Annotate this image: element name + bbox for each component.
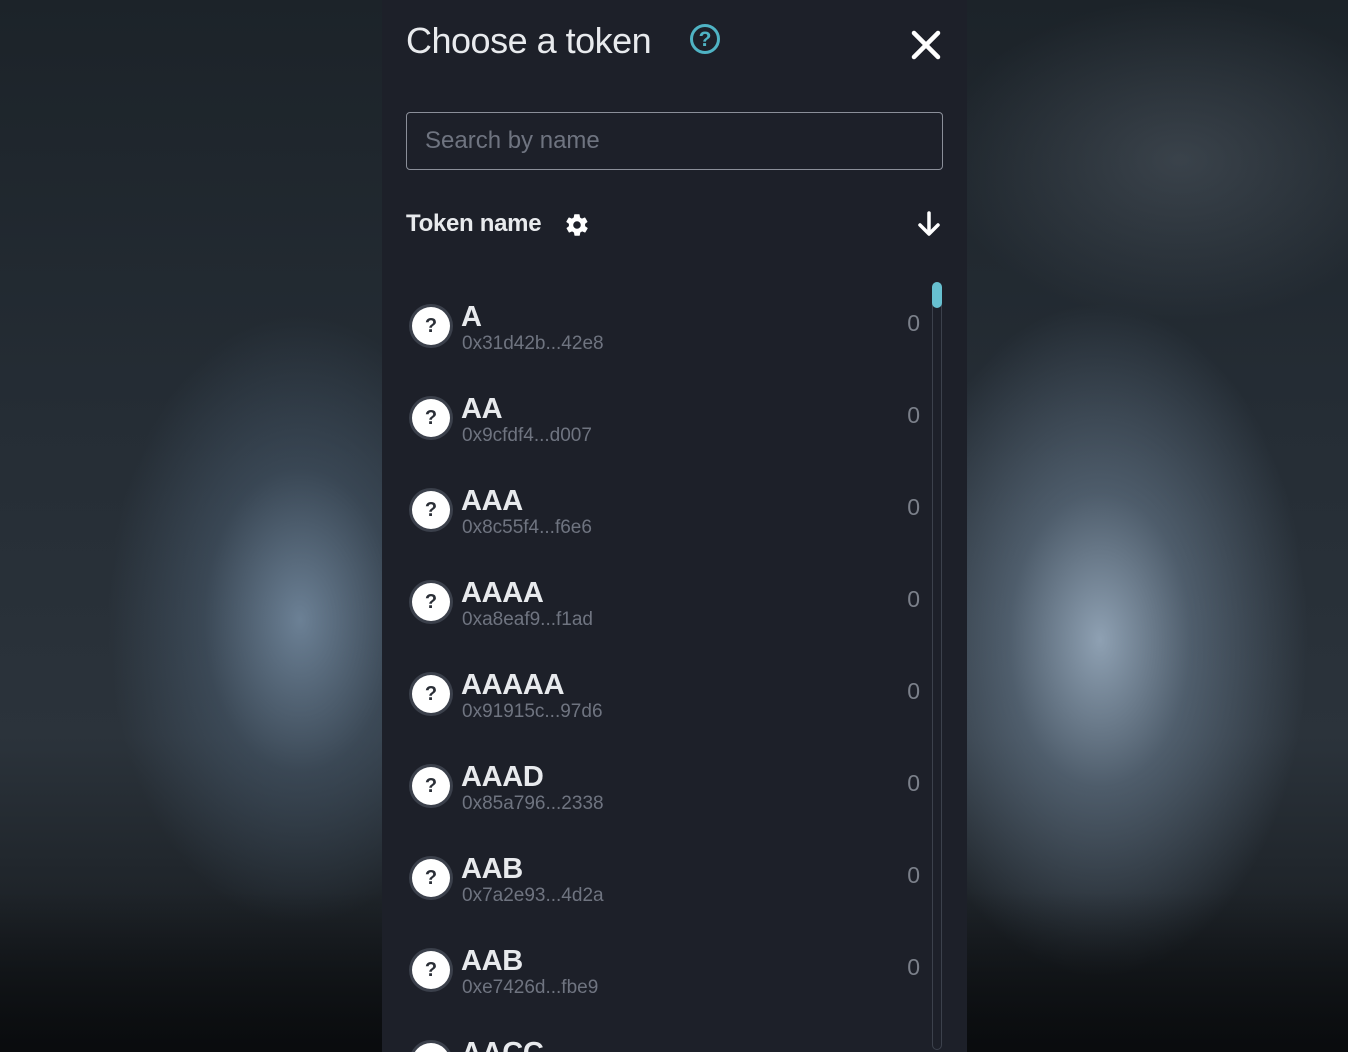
token-address: 0x7a2e93...4d2a — [462, 885, 604, 906]
token-balance: 0 — [907, 678, 920, 704]
token-row[interactable]: ? AAAA 0xa8eaf9...f1ad 0 — [406, 552, 926, 644]
unknown-token-icon: ? — [412, 491, 450, 529]
token-balance: 0 — [907, 494, 920, 520]
unknown-token-icon: ? — [412, 399, 450, 437]
choose-token-modal: Choose a token ? Token name ? A 0x31d42b… — [382, 0, 967, 1052]
token-symbol: AAB — [461, 945, 523, 977]
token-address: 0xa8eaf9...f1ad — [462, 609, 593, 630]
token-row[interactable]: ? AA 0x9cfdf4...d007 0 — [406, 368, 926, 460]
token-address: 0x85a796...2338 — [462, 793, 604, 814]
token-symbol: A — [461, 301, 482, 333]
token-symbol: AAB — [461, 853, 523, 885]
token-symbol: AAAA — [461, 577, 544, 609]
scrollbar-track[interactable] — [932, 282, 942, 1050]
token-row[interactable]: ? AAA 0x8c55f4...f6e6 0 — [406, 460, 926, 552]
token-address: 0xe7426d...fbe9 — [462, 977, 599, 998]
arrow-down-icon[interactable] — [915, 210, 943, 238]
token-row[interactable]: ? A 0x31d42b...42e8 0 — [406, 276, 926, 368]
token-balance: 0 — [907, 862, 920, 888]
unknown-token-icon: ? — [412, 307, 450, 345]
search-box — [406, 112, 943, 170]
token-row[interactable]: ? AAB 0x7a2e93...4d2a 0 — [406, 828, 926, 920]
token-balance: 0 — [907, 310, 920, 336]
token-balance: 0 — [907, 586, 920, 612]
sort-bar: Token name — [406, 206, 943, 244]
close-icon[interactable] — [909, 28, 943, 62]
unknown-token-icon: ? — [412, 767, 450, 805]
token-symbol: AAAAA — [461, 669, 565, 701]
search-input[interactable] — [407, 113, 942, 169]
token-symbol: AAAD — [461, 761, 544, 793]
token-symbol: AA — [461, 393, 503, 425]
unknown-token-icon: ? — [412, 675, 450, 713]
token-balance: 0 — [907, 954, 920, 980]
token-row[interactable]: ? AAAAA 0x91915c...97d6 0 — [406, 644, 926, 736]
token-address: 0x8c55f4...f6e6 — [462, 517, 592, 538]
token-list: ? A 0x31d42b...42e8 0 ? AA 0x9cfdf4...d0… — [406, 276, 926, 1052]
unknown-token-icon: ? — [412, 951, 450, 989]
scrollbar-thumb[interactable] — [932, 282, 942, 308]
token-row[interactable]: ? AAB 0xe7426d...fbe9 0 — [406, 920, 926, 1012]
gear-icon[interactable] — [564, 212, 590, 238]
unknown-token-icon: ? — [412, 859, 450, 897]
unknown-token-icon: ? — [412, 1043, 450, 1052]
unknown-token-icon: ? — [412, 583, 450, 621]
token-row[interactable]: ? AACC — [406, 1012, 926, 1052]
token-address: 0x91915c...97d6 — [462, 701, 603, 722]
question-circle-icon[interactable]: ? — [690, 24, 720, 54]
token-balance: 0 — [907, 402, 920, 428]
token-symbol: AAA — [461, 485, 523, 517]
token-address: 0x9cfdf4...d007 — [462, 425, 592, 446]
token-row[interactable]: ? AAAD 0x85a796...2338 0 — [406, 736, 926, 828]
sort-by-token-name[interactable]: Token name — [406, 210, 542, 238]
token-address: 0x31d42b...42e8 — [462, 333, 604, 354]
modal-title: Choose a token — [406, 20, 652, 61]
modal-header: Choose a token ? — [406, 18, 943, 68]
token-symbol: AACC — [461, 1036, 544, 1052]
token-balance: 0 — [907, 770, 920, 796]
